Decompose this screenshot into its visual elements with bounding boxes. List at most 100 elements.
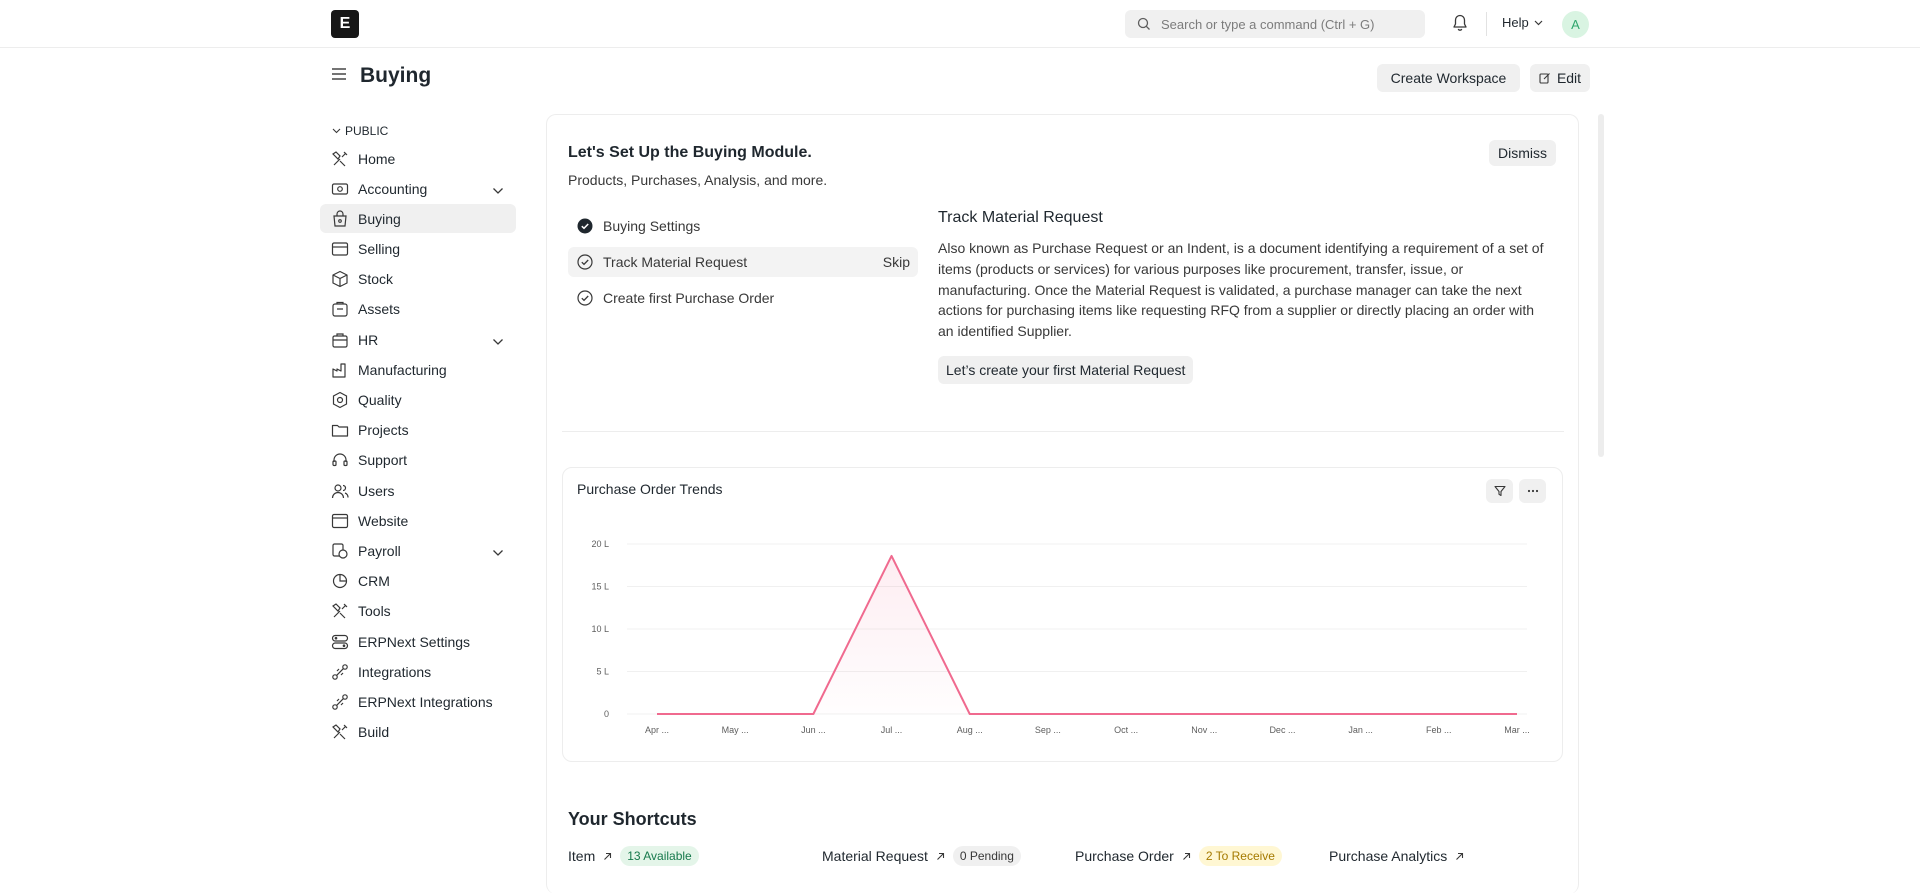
x-tick-label: Aug ... <box>957 725 983 735</box>
sidebar-item-selling[interactable]: Selling <box>320 235 516 264</box>
tools-icon <box>330 150 350 168</box>
sidebar-section-label: PUBLIC <box>345 124 389 138</box>
crm-icon <box>330 572 350 590</box>
shortcut-purchase-analytics[interactable]: Purchase Analytics <box>1329 844 1464 868</box>
scrollbar[interactable] <box>1598 114 1604 457</box>
chart-filter-button[interactable] <box>1486 479 1513 503</box>
x-tick-label: May ... <box>722 725 749 735</box>
selling-icon <box>330 240 350 258</box>
page-title: Buying <box>360 64 432 87</box>
create-workspace-button[interactable]: Create Workspace <box>1377 64 1520 92</box>
onboarding-step-buying-settings[interactable]: Buying Settings <box>568 211 918 241</box>
sidebar-item-website[interactable]: Website <box>320 506 516 535</box>
x-tick-label: Jul ... <box>881 725 903 735</box>
manufacturing-icon <box>330 361 350 379</box>
x-tick-label: Feb ... <box>1426 725 1452 735</box>
x-tick-label: Apr ... <box>645 725 669 735</box>
chart-options-button[interactable] <box>1519 479 1546 503</box>
arrow-up-right-icon <box>1182 852 1190 860</box>
sidebar-item-hr[interactable]: HR <box>320 325 516 354</box>
y-tick-label: 5 L <box>596 667 609 677</box>
sidebar-item-label: ERPNext Settings <box>358 633 471 650</box>
onboarding-step-track-material-request[interactable]: Track Material Request Skip <box>568 247 918 277</box>
sidebar-item-label: Payroll <box>358 542 401 559</box>
search-bar[interactable] <box>1125 10 1425 38</box>
notifications-button[interactable] <box>1452 14 1468 35</box>
sidebar-item-tools[interactable]: Tools <box>320 597 516 626</box>
sidebar-item-projects[interactable]: Projects <box>320 416 516 445</box>
shortcut-purchase-order[interactable]: Purchase Order 2 To Receive <box>1075 844 1282 868</box>
buying-icon <box>330 210 350 228</box>
help-dropdown[interactable]: Help <box>1502 15 1543 30</box>
x-tick-label: Dec ... <box>1269 725 1295 735</box>
user-avatar[interactable]: A <box>1562 11 1589 38</box>
sidebar-item-crm[interactable]: CRM <box>320 567 516 596</box>
search-input[interactable] <box>1161 16 1411 32</box>
y-tick-label: 10 L <box>591 624 609 634</box>
sidebar-item-stock[interactable]: Stock <box>320 265 516 294</box>
edit-button[interactable]: Edit <box>1530 64 1590 92</box>
dismiss-button[interactable]: Dismiss <box>1489 140 1556 166</box>
onboarding-subtitle: Products, Purchases, Analysis, and more. <box>568 172 828 188</box>
y-tick-label: 15 L <box>591 582 609 592</box>
app-logo[interactable]: E <box>331 10 359 38</box>
shortcut-material-request[interactable]: Material Request 0 Pending <box>822 844 1021 868</box>
sidebar-item-label: Stock <box>358 271 394 288</box>
filter-icon <box>1493 485 1506 497</box>
sidebar-item-erpnext-settings[interactable]: ERPNext Settings <box>320 627 516 656</box>
bell-icon <box>1453 14 1467 31</box>
sidebar-item-label: Build <box>358 724 390 741</box>
navbar: E Help A <box>0 0 1920 48</box>
sidebar-item-assets[interactable]: Assets <box>320 295 516 324</box>
sidebar-item-label: Home <box>358 150 396 167</box>
menu-icon <box>332 68 346 80</box>
sidebar-item-erpnext-integrations[interactable]: ERPNext Integrations <box>320 687 516 716</box>
chevron-down-icon[interactable] <box>492 544 504 560</box>
integrations-icon <box>330 693 350 711</box>
sidebar-item-label: HR <box>358 331 379 348</box>
sidebar-item-accounting[interactable]: Accounting <box>320 174 516 203</box>
edit-icon <box>1539 73 1550 84</box>
edit-label: Edit <box>1556 70 1582 86</box>
x-tick-label: Oct ... <box>1114 725 1138 735</box>
skip-button[interactable]: Skip <box>883 254 910 270</box>
sidebar-item-payroll[interactable]: Payroll <box>320 536 516 565</box>
section-divider <box>562 431 1564 432</box>
tools-icon <box>330 602 350 620</box>
shortcuts-title: Your Shortcuts <box>568 809 697 829</box>
chevron-down-icon[interactable] <box>492 333 504 349</box>
shortcut-item[interactable]: Item 13 Available <box>568 844 699 868</box>
website-icon <box>330 512 350 530</box>
sidebar-item-support[interactable]: Support <box>320 446 516 475</box>
sidebar-item-quality[interactable]: Quality <box>320 386 516 415</box>
sidebar-item-label: Accounting <box>358 180 428 197</box>
y-tick-label: 0 <box>604 709 609 719</box>
sidebar-item-buying[interactable]: Buying <box>320 204 516 234</box>
sidebar: PUBLIC Home Accounting Buying Selling Stock A… <box>320 118 516 748</box>
sidebar-item-build[interactable]: Build <box>320 718 516 747</box>
sidebar-item-integrations[interactable]: Integrations <box>320 657 516 686</box>
step-label: Buying Settings <box>603 218 701 234</box>
arrow-up-right-icon <box>604 852 612 860</box>
x-tick-label: Jun ... <box>801 725 826 735</box>
chevron-down-icon <box>1534 20 1543 25</box>
series-line <box>657 554 1517 715</box>
sidebar-item-label: Projects <box>358 422 409 439</box>
x-tick-label: Mar ... <box>1504 725 1530 735</box>
sidebar-toggle-button[interactable] <box>331 67 347 84</box>
sidebar-item-home[interactable]: Home <box>320 144 516 173</box>
shortcut-label: Purchase Order <box>1075 848 1174 864</box>
shortcut-label: Item <box>568 848 596 864</box>
shortcut-label: Material Request <box>822 848 928 864</box>
sidebar-item-label: Manufacturing <box>358 361 447 378</box>
onboarding-step-create-purchase-order[interactable]: Create first Purchase Order <box>568 283 918 313</box>
help-label: Help <box>1502 15 1529 30</box>
create-material-request-button[interactable]: Let’s create your first Material Request <box>938 356 1194 384</box>
assets-icon <box>330 300 350 318</box>
sidebar-item-label: Tools <box>358 603 391 620</box>
sidebar-section-public[interactable]: PUBLIC <box>320 118 516 144</box>
shortcut-count-badge: 2 To Receive <box>1198 846 1282 866</box>
chevron-down-icon[interactable] <box>492 182 504 198</box>
sidebar-item-users[interactable]: Users <box>320 476 516 505</box>
sidebar-item-manufacturing[interactable]: Manufacturing <box>320 355 516 384</box>
